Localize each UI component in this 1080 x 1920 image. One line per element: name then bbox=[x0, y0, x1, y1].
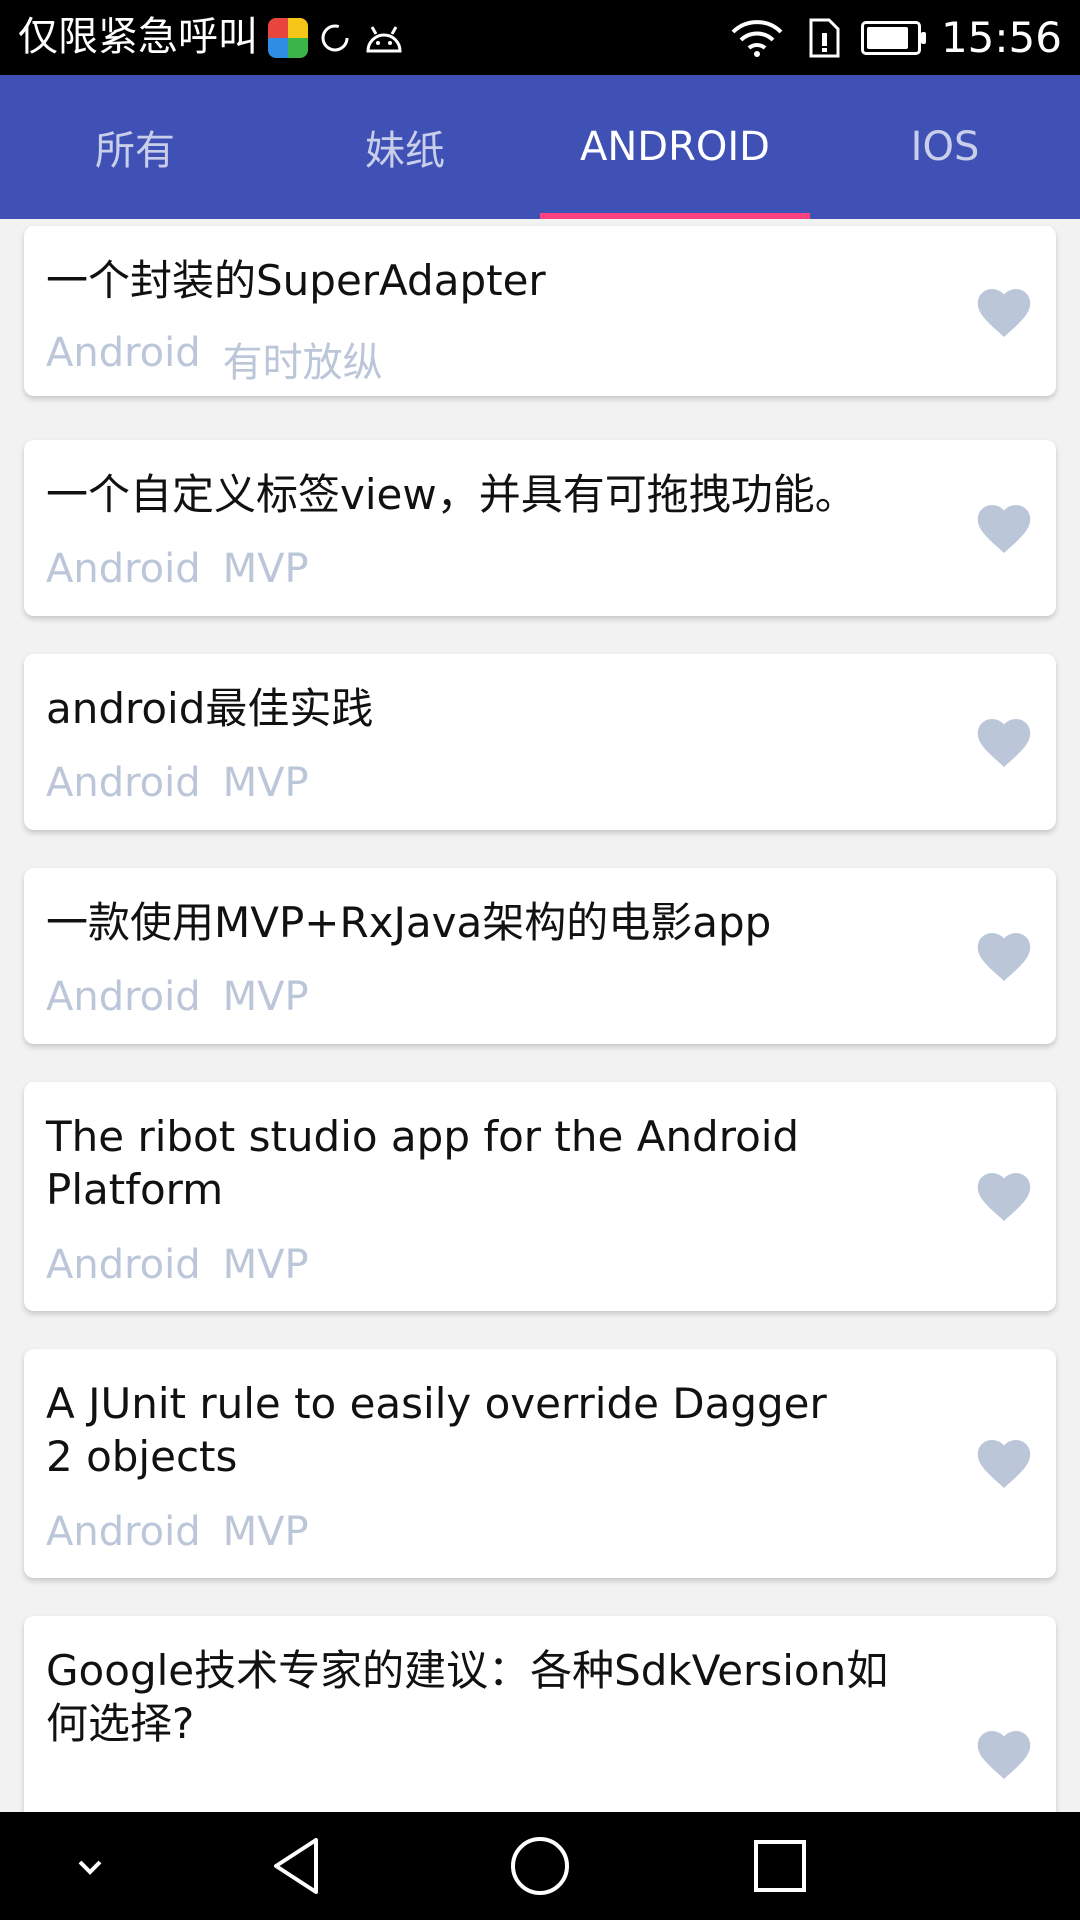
list-item[interactable]: android最佳实践 Android MVP bbox=[24, 654, 1056, 830]
item-type: Android bbox=[46, 330, 201, 376]
navigation-bar bbox=[0, 1812, 1080, 1920]
wifi-icon bbox=[731, 19, 783, 57]
item-tags: Android MVP bbox=[46, 760, 309, 806]
list-item[interactable]: The ribot studio app for the Android Pla… bbox=[24, 1082, 1056, 1311]
item-title: A JUnit rule to easily override Dagger 2… bbox=[46, 1379, 827, 1481]
heart-icon[interactable] bbox=[974, 500, 1034, 556]
home-icon[interactable] bbox=[508, 1834, 572, 1898]
item-title: android最佳实践 bbox=[46, 684, 374, 733]
item-title: 一款使用MVP+RxJava架构的电影app bbox=[46, 898, 772, 947]
list-item[interactable]: 一个封装的SuperAdapter Android 有时放纵 bbox=[24, 226, 1056, 396]
list-item[interactable]: Google技术专家的建议：各种SdkVersion如何选择? bbox=[24, 1616, 1056, 1812]
article-list: 一个封装的SuperAdapter Android 有时放纵 一个自定义标签vi… bbox=[0, 219, 1080, 1812]
item-author: MVP bbox=[222, 546, 309, 592]
sim-icon bbox=[809, 18, 840, 57]
item-author: MVP bbox=[222, 974, 309, 1020]
item-title: 一个自定义标签view，并具有可拖拽功能。 bbox=[46, 470, 857, 519]
tab-android[interactable]: ANDROID bbox=[540, 75, 810, 219]
app-icon bbox=[268, 17, 308, 58]
heart-icon[interactable] bbox=[974, 1435, 1034, 1491]
item-type: Android bbox=[46, 974, 201, 1020]
item-tags: Android MVP bbox=[46, 1242, 309, 1288]
item-author: MVP bbox=[222, 1242, 309, 1288]
android-icon bbox=[366, 25, 402, 52]
item-title: The ribot studio app for the Android Pla… bbox=[46, 1112, 800, 1214]
tab-ios[interactable]: IOS bbox=[810, 75, 1080, 219]
item-type: Android bbox=[46, 1509, 201, 1555]
item-tags: Android MVP bbox=[46, 974, 309, 1020]
heart-icon[interactable] bbox=[974, 284, 1034, 340]
item-tags: Android MVP bbox=[46, 1509, 309, 1555]
chevron-down-icon[interactable] bbox=[58, 1834, 122, 1898]
tab-girls[interactable]: 妹纸 bbox=[270, 75, 540, 219]
item-author: MVP bbox=[222, 1509, 309, 1555]
item-author: 有时放纵 bbox=[222, 340, 383, 386]
item-tags: Android 有时放纵 bbox=[46, 330, 383, 388]
status-carrier-text: 仅限紧急呼叫 bbox=[18, 14, 258, 60]
item-author: MVP bbox=[222, 760, 309, 806]
clock: 15:56 bbox=[940, 13, 1062, 62]
item-tags: Android MVP bbox=[46, 546, 309, 592]
battery-level bbox=[866, 26, 908, 49]
status-left: 仅限紧急呼叫 bbox=[18, 0, 406, 75]
tab-bar: 所有 妹纸 ANDROID IOS bbox=[0, 75, 1080, 219]
list-item[interactable]: 一个自定义标签view，并具有可拖拽功能。 Android MVP bbox=[24, 440, 1056, 616]
item-type: Android bbox=[46, 546, 201, 592]
heart-icon[interactable] bbox=[974, 1168, 1034, 1224]
recents-icon[interactable] bbox=[748, 1834, 812, 1898]
back-icon[interactable] bbox=[268, 1834, 332, 1898]
tab-all[interactable]: 所有 bbox=[0, 75, 270, 219]
status-bar: 仅限紧急呼叫 15:56 bbox=[0, 0, 1080, 75]
status-right: 15:56 bbox=[729, 0, 1062, 75]
list-item[interactable]: A JUnit rule to easily override Dagger 2… bbox=[24, 1349, 1056, 1578]
item-type: Android bbox=[46, 1242, 201, 1288]
heart-icon[interactable] bbox=[974, 928, 1034, 984]
item-title: 一个封装的SuperAdapter bbox=[46, 256, 546, 305]
heart-icon[interactable] bbox=[974, 1726, 1034, 1782]
sync-icon bbox=[321, 24, 349, 51]
battery-icon bbox=[860, 20, 926, 55]
list-item[interactable]: 一款使用MVP+RxJava架构的电影app Android MVP bbox=[24, 868, 1056, 1044]
item-type: Android bbox=[46, 760, 201, 806]
item-title: Google技术专家的建议：各种SdkVersion如何选择? bbox=[46, 1646, 889, 1748]
heart-icon[interactable] bbox=[974, 714, 1034, 770]
